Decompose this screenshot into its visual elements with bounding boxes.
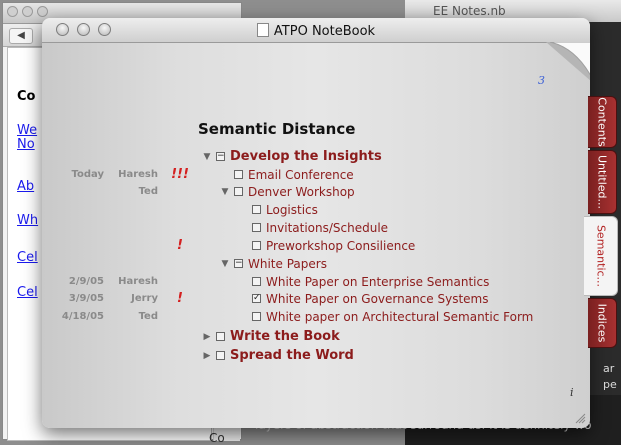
disclosure-closed-icon[interactable]: ▶: [202, 328, 212, 346]
page-heading: Semantic Distance: [198, 120, 356, 138]
assignee: Haresh: [118, 169, 158, 180]
assignee: Ted: [138, 186, 158, 197]
disclosure-closed-icon[interactable]: ▶: [202, 347, 212, 365]
outline-item-label[interactable]: Email Conference: [248, 166, 354, 184]
info-icon[interactable]: i: [570, 386, 574, 399]
outline-row[interactable]: ▶ Spread the Word: [42, 347, 582, 365]
window-title: ATPO NoteBook: [42, 23, 590, 39]
priority-marker: !!!: [171, 167, 189, 182]
task-checkbox[interactable]: −: [234, 259, 243, 268]
due-date: Today: [71, 169, 104, 180]
outline-row[interactable]: Today Haresh!!! Email Conference: [42, 166, 582, 184]
priority-marker: !: [177, 238, 183, 253]
outline-item-label[interactable]: White Paper on Governance Systems: [266, 290, 488, 308]
assignee: Haresh: [118, 276, 158, 287]
outline-item-label[interactable]: White Papers: [248, 255, 327, 273]
close-icon[interactable]: [7, 6, 18, 17]
outline-item-label[interactable]: Denver Workshop: [248, 183, 355, 201]
task-checkbox[interactable]: −: [216, 152, 225, 161]
task-checkbox[interactable]: [234, 170, 243, 179]
background-link[interactable]: Cel: [17, 250, 38, 265]
tab-untitled[interactable]: Untitled...: [588, 150, 617, 214]
outline-row[interactable]: ▶ Write the Book: [42, 328, 582, 346]
tab-label: Indices: [595, 303, 609, 343]
background-bottom-text: Co: [209, 431, 225, 445]
task-checkbox[interactable]: ✓: [252, 294, 261, 303]
background-link[interactable]: Ab: [17, 179, 34, 194]
background-heading: Co: [17, 89, 36, 104]
outline-row[interactable]: 4/18/05 Ted White paper on Architectural S…: [42, 308, 582, 326]
tab-label: Contents: [595, 97, 609, 147]
outline-item-label[interactable]: Preworkshop Consilience: [266, 237, 415, 255]
background-link[interactable]: No: [17, 137, 35, 152]
tab-label: Untitled...: [595, 154, 609, 210]
background-link[interactable]: Wh: [17, 213, 38, 228]
outline-item-label[interactable]: Invitations/Schedule: [266, 219, 388, 237]
background-window-controls: [7, 6, 48, 17]
assignee: Ted: [138, 311, 158, 322]
tab-contents[interactable]: Contents: [588, 96, 617, 148]
outline-row[interactable]: Ted ▼ Denver Workshop: [42, 183, 582, 201]
outline-item-label[interactable]: White Paper on Enterprise Semantics: [266, 273, 489, 291]
disclosure-open-icon[interactable]: ▼: [202, 148, 212, 166]
outline-row[interactable]: ▼ − Develop the Insights: [42, 148, 582, 166]
tab-indices[interactable]: Indices: [588, 298, 617, 348]
outline-row[interactable]: ▼ − White Papers: [42, 255, 582, 273]
outline-item-label[interactable]: Write the Book: [230, 328, 340, 346]
outline-item-label[interactable]: Develop the Insights: [230, 148, 382, 166]
background-link[interactable]: We: [17, 123, 37, 138]
due-date: 4/18/05: [61, 311, 104, 322]
tab-label: Semantic...: [594, 224, 607, 288]
outline-item-label[interactable]: Logistics: [266, 201, 318, 219]
due-date: 2/9/05: [68, 276, 104, 287]
back-button[interactable]: ◀: [9, 28, 33, 44]
tab-semantic[interactable]: Semantic...: [584, 216, 618, 296]
due-date: 3/9/05: [68, 293, 104, 304]
task-checkbox[interactable]: [252, 223, 261, 232]
task-checkbox[interactable]: [234, 187, 243, 196]
task-checkbox[interactable]: [216, 332, 225, 341]
task-checkbox[interactable]: [252, 241, 261, 250]
outline-row[interactable]: 2/9/05 Haresh White Paper on Enterprise Se…: [42, 273, 582, 291]
minimize-icon[interactable]: [22, 6, 33, 17]
zoom-icon[interactable]: [37, 6, 48, 17]
task-checkbox[interactable]: [252, 277, 261, 286]
assignee: Jerry: [131, 293, 158, 304]
notebook-window: ATPO NoteBook 3 Semantic Distance ▼ − Deve…: [42, 18, 590, 428]
page-number: 3: [538, 74, 545, 87]
task-checkbox[interactable]: [252, 312, 261, 321]
document-icon: [256, 23, 269, 37]
notebook-titlebar[interactable]: ATPO NoteBook: [42, 18, 590, 43]
priority-marker: !: [177, 291, 183, 306]
outline-row[interactable]: ! Preworkshop Consilience: [42, 237, 582, 255]
task-checkbox[interactable]: [252, 205, 261, 214]
disclosure-open-icon[interactable]: ▼: [220, 255, 230, 273]
page-curl-icon[interactable]: [546, 42, 590, 82]
resize-grip-icon[interactable]: [575, 413, 586, 424]
window-title-text: ATPO NoteBook: [273, 24, 376, 39]
outline-item-label[interactable]: White paper on Architectural Semantic Fo…: [266, 308, 533, 326]
task-checkbox[interactable]: [216, 351, 225, 360]
outline-row[interactable]: Invitations/Schedule: [42, 219, 582, 237]
disclosure-open-icon[interactable]: ▼: [220, 183, 230, 201]
outline-item-label[interactable]: Spread the Word: [230, 347, 354, 365]
background-link[interactable]: Cel: [17, 285, 38, 300]
outline-row[interactable]: Logistics: [42, 201, 582, 219]
outline-row[interactable]: 3/9/05 Jerry! ✓ White Paper on Governance S…: [42, 290, 582, 308]
